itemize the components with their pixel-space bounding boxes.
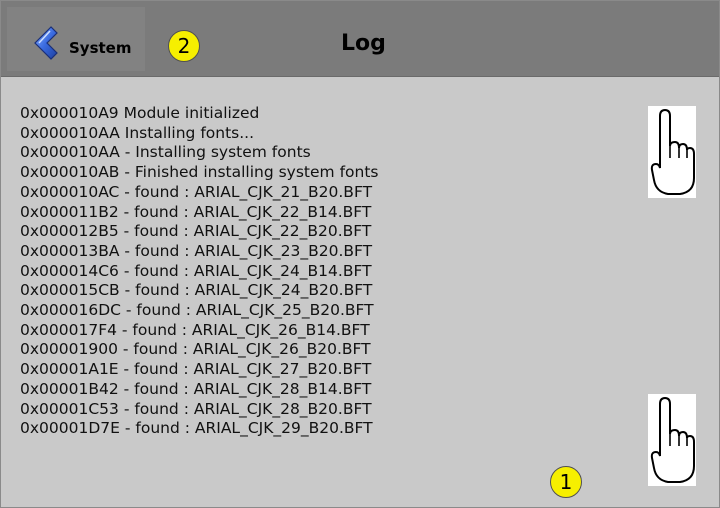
log-line: 0x000010AA Installing fonts... bbox=[20, 123, 255, 142]
log-line: 0x000013BA - found : ARIAL_CJK_23_B20.BF… bbox=[20, 241, 373, 260]
log-line: 0x00001B42 - found : ARIAL_CJK_28_B14.BF… bbox=[20, 379, 372, 398]
log-line: 0x000010AB - Finished installing system … bbox=[20, 163, 379, 182]
log-line: 0x000014C6 - found : ARIAL_CJK_24_B14.BF… bbox=[20, 261, 372, 280]
pointing-hand-icon bbox=[650, 396, 695, 483]
log-line: 0x000012B5 - found : ARIAL_CJK_22_B20.BF… bbox=[20, 222, 372, 241]
log-line: 0x000010AA - Installing system fonts bbox=[20, 143, 311, 162]
title-bar: System 2 Log bbox=[1, 1, 719, 77]
scroll-up-hand[interactable] bbox=[648, 106, 696, 198]
back-button-label: System bbox=[69, 39, 132, 57]
annotation-badge-2: 2 bbox=[168, 30, 200, 62]
log-screen: System 2 Log 0x000010A9 Module initializ… bbox=[0, 0, 720, 508]
log-line: 0x000010A9 Module initialized bbox=[20, 104, 260, 122]
log-line: 0x00001D7E - found : ARIAL_CJK_29_B20.BF… bbox=[20, 419, 373, 438]
log-line: 0x000015CB - found : ARIAL_CJK_24_B20.BF… bbox=[20, 281, 373, 300]
log-line: 0x000010AC - found : ARIAL_CJK_21_B20.BF… bbox=[20, 182, 373, 201]
log-line: 0x00001900 - found : ARIAL_CJK_26_B20.BF… bbox=[20, 340, 371, 359]
pointing-hand-icon bbox=[650, 108, 695, 195]
log-line: 0x000011B2 - found : ARIAL_CJK_22_B14.BF… bbox=[20, 202, 372, 221]
log-line: 0x000017F4 - found : ARIAL_CJK_26_B14.BF… bbox=[20, 320, 370, 339]
chevron-left-icon bbox=[34, 26, 58, 60]
log-list[interactable]: 0x000010A9 Module initialized 0x000010AA … bbox=[20, 104, 620, 439]
annotation-badge-1: 1 bbox=[550, 466, 582, 498]
log-line: 0x00001A1E - found : ARIAL_CJK_27_B20.BF… bbox=[20, 360, 372, 379]
log-line: 0x000016DC - found : ARIAL_CJK_25_B20.BF… bbox=[20, 301, 374, 320]
page-title: Log bbox=[341, 31, 386, 56]
back-button[interactable]: System bbox=[7, 7, 145, 71]
log-line: 0x00001C53 - found : ARIAL_CJK_28_B20.BF… bbox=[20, 399, 372, 418]
scroll-down-hand[interactable] bbox=[648, 394, 696, 486]
